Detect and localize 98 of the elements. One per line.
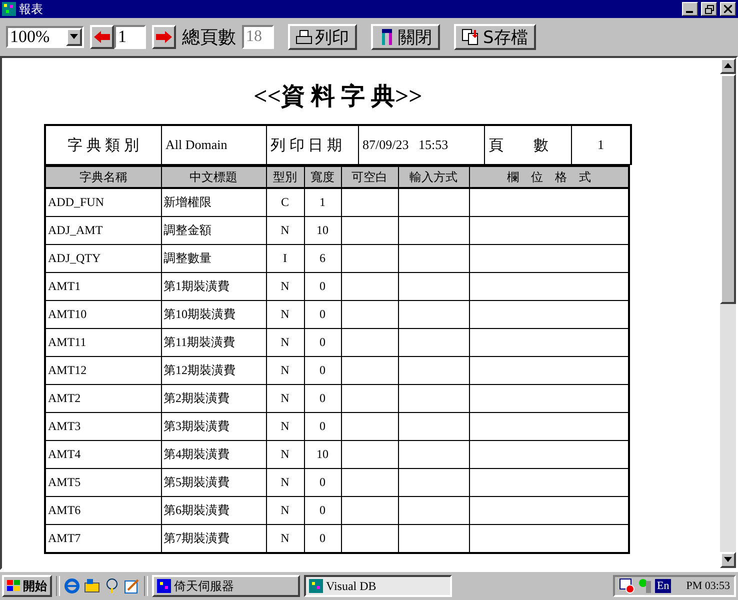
windows-flag-icon [7,580,21,592]
save-button[interactable]: S存檔 [454,24,536,50]
table-cell: 0 [304,468,341,496]
table-cell: AMT7 [45,524,161,553]
table-cell: 第4期裝潢費 [161,440,266,468]
scroll-up-button[interactable] [720,58,736,74]
start-button[interactable]: 開始 [2,575,52,597]
print-button[interactable]: 列印 [288,24,357,50]
table-cell: 第6期裝潢費 [161,496,266,524]
left-arrow-icon [94,31,110,43]
table-cell: 第1期裝潢費 [161,272,266,300]
table-cell: N [266,356,304,384]
table-cell: ADJ_QTY [45,244,161,272]
caret-icon [70,34,78,40]
table-cell: 第11期裝潢費 [161,328,266,356]
column-header: 字典名稱 [45,166,161,188]
table-cell: N [266,216,304,244]
close-button[interactable]: 關閉 [371,24,440,50]
column-header: 中文標題 [161,166,266,188]
close-button[interactable] [720,2,736,16]
table-cell: 第5期裝潢費 [161,468,266,496]
app-icon [2,2,16,16]
table-cell: N [266,412,304,440]
table-cell: N [266,468,304,496]
column-header: 可空白 [341,166,398,188]
table-cell: 第3期裝潢費 [161,412,266,440]
table-cell: 0 [304,356,341,384]
page-number-field[interactable]: 1 [114,25,146,49]
next-page-button[interactable] [152,25,176,49]
table-cell: N [266,272,304,300]
table-cell: 調整數量 [161,244,266,272]
table-cell: 調整金額 [161,216,266,244]
table-cell: 0 [304,272,341,300]
report-title: <<資 料 字 典>> [252,82,424,112]
table-cell: AMT1 [45,272,161,300]
restore-icon [704,4,714,14]
table-cell: AMT11 [45,328,161,356]
table-cell: 0 [304,300,341,328]
up-arrow-icon [724,63,732,69]
table-cell: ADD_FUN [45,188,161,216]
minimize-button[interactable] [682,2,698,16]
total-pages-field[interactable]: 18 [242,25,274,49]
table-cell: N [266,440,304,468]
scroll-down-button[interactable] [720,552,736,568]
restore-button[interactable] [701,2,717,16]
app-icon [309,579,323,593]
clock: PM 03:53 [686,580,730,592]
table-cell: 0 [304,328,341,356]
table-cell: ADJ_AMT [45,216,161,244]
vertical-scrollbar[interactable] [720,58,736,568]
printer-icon [296,30,312,44]
table-cell: 6 [304,244,341,272]
table-cell: 1 [304,188,341,216]
app-icon [157,579,171,593]
down-arrow-icon [724,557,732,563]
table-cell: 新增權限 [161,188,266,216]
table-cell: 10 [304,440,341,468]
taskbar-button[interactable]: Visual DB [304,575,452,597]
input-method-indicator[interactable]: En [655,579,672,593]
window-title: 報表 [19,0,44,18]
table-cell: 第7期裝潢費 [161,524,266,553]
table-cell: N [266,328,304,356]
table-cell: I [266,244,304,272]
column-header: 欄 位 格 式 [469,166,629,188]
scroll-thumb[interactable] [720,74,736,304]
zoom-dropdown[interactable]: 100% [6,26,84,48]
table-cell: 第10期裝潢費 [161,300,266,328]
table-cell: AMT5 [45,468,161,496]
close-icon [724,5,732,13]
right-arrow-icon [156,31,172,43]
browser-icon[interactable] [64,578,80,594]
table-cell: AMT3 [45,412,161,440]
column-header: 型別 [266,166,304,188]
column-header: 輸入方式 [398,166,469,188]
table-cell: AMT6 [45,496,161,524]
table-cell: 0 [304,384,341,412]
table-cell: 0 [304,412,341,440]
table-cell: AMT4 [45,440,161,468]
total-pages-label: 總頁數 [182,26,236,49]
column-header: 寬度 [304,166,341,188]
computer-icon [638,578,652,594]
document-save-icon [462,29,480,45]
table-cell: AMT12 [45,356,161,384]
scheduler-icon [619,578,636,594]
table-cell: N [266,384,304,412]
table-cell: 10 [304,216,341,244]
table-cell: AMT10 [45,300,161,328]
dropdown-button[interactable] [66,28,82,46]
previous-page-button[interactable] [90,25,114,49]
taskbar-button[interactable]: 倚天伺服器 [152,575,300,597]
table-cell: AMT2 [45,384,161,412]
table-cell: 第12期裝潢費 [161,356,266,384]
table-cell: N [266,496,304,524]
table-cell: C [266,188,304,216]
pencil-note-icon[interactable] [124,578,140,594]
table-cell: 0 [304,496,341,524]
table-cell: N [266,300,304,328]
table-cell: 第2期裝潢費 [161,384,266,412]
